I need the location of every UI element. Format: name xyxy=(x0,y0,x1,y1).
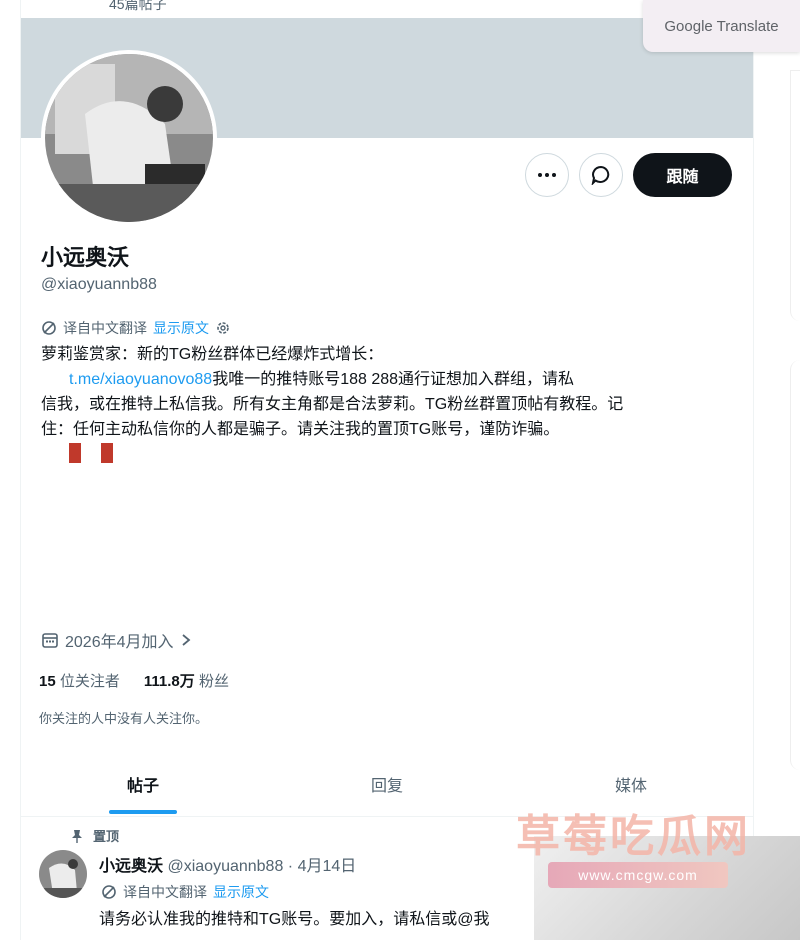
followers-stat[interactable]: 111.8万 粉丝 xyxy=(144,670,229,691)
more-options-button[interactable] xyxy=(525,153,569,197)
post-count: 45篇帖子 xyxy=(109,0,167,12)
pinned-label: 置顶 xyxy=(93,829,120,844)
calendar-icon xyxy=(42,633,58,648)
bio-link[interactable]: t.me/xiaoyuanovo88 xyxy=(69,371,212,388)
translated-label: 译自中文翻译 xyxy=(63,320,147,336)
following-count: 15 xyxy=(39,673,56,690)
mutual-note: 你关注的人中没有人关注你。 xyxy=(39,711,209,726)
translate-icon xyxy=(42,321,56,335)
pin-icon xyxy=(72,829,82,843)
follow-stats: 15 位关注者 111.8万 粉丝 xyxy=(39,670,229,691)
chat-bubble-icon xyxy=(591,165,610,185)
bio-line: 住：任何主动私信你的人都是骗子。请关注我的置顶TG账号，谨防诈骗。 xyxy=(41,421,560,438)
tab-replies[interactable]: 回复 xyxy=(265,752,509,816)
joined-date[interactable]: 2026年4月加入 xyxy=(41,628,192,652)
profile-column: 45篇帖子 跟随 小远奥沃 @xiaoyuannb88 译自中文翻译 显示原文 … xyxy=(20,0,754,940)
post-avatar[interactable] xyxy=(39,850,87,898)
translation-bar: 译自中文翻译 显示原文 xyxy=(41,318,231,338)
bio-text: 我唯一的推特账号188 288通行证想加入群组，请私 xyxy=(212,371,575,388)
more-icon xyxy=(538,173,556,177)
translated-label: 译自中文翻译 xyxy=(123,884,207,900)
sidebar-card xyxy=(790,70,800,321)
bio-line: 萝莉鉴赏家：新的TG粉丝群体已经爆炸式增长： xyxy=(41,346,384,363)
show-original-link[interactable]: 显示原文 xyxy=(213,882,269,902)
pinned-indicator: 置顶 xyxy=(71,826,119,845)
google-translate-popup[interactable]: Google Translate xyxy=(643,0,800,52)
avatar-photo xyxy=(45,54,213,222)
show-original-link[interactable]: 显示原文 xyxy=(153,318,209,338)
following-label: 位关注者 xyxy=(59,673,120,690)
watermark-text: 草莓吃瓜网 xyxy=(516,812,751,861)
joined-text: 2026年4月加入 xyxy=(65,634,174,651)
avatar-photo xyxy=(39,850,87,898)
followers-label: 粉丝 xyxy=(198,673,229,690)
emoji-flag-icon xyxy=(101,443,113,463)
post-translation-bar: 译自中文翻译 显示原文 xyxy=(101,882,269,902)
bio-line: t.me/xiaoyuanovo88我唯一的推特账号188 288通行证想加入群… xyxy=(41,367,721,392)
watermark-url: www.cmcgw.com xyxy=(548,862,728,888)
chevron-right-icon xyxy=(181,634,190,646)
message-button[interactable] xyxy=(579,153,623,197)
profile-avatar[interactable] xyxy=(41,50,217,226)
post-author-name[interactable]: 小远奥沃 xyxy=(99,858,163,875)
sidebar-card xyxy=(790,360,800,770)
follow-button[interactable]: 跟随 xyxy=(633,153,732,197)
post-header: 小远奥沃 @xiaoyuannb88 · 4月14日 xyxy=(99,852,356,876)
emoji-flag-icon xyxy=(69,443,81,463)
tab-posts[interactable]: 帖子 xyxy=(21,752,265,816)
active-tab-indicator xyxy=(109,810,177,814)
profile-bio: 萝莉鉴赏家：新的TG粉丝群体已经爆炸式增长： t.me/xiaoyuanovo8… xyxy=(41,342,721,442)
bio-line: 信我，或在推特上私信我。所有女主角都是合法萝莉。TG粉丝群置顶帖有教程。记 xyxy=(41,396,624,413)
gear-icon[interactable] xyxy=(215,320,231,336)
profile-name: 小远奥沃 xyxy=(41,245,130,270)
post-handle-date[interactable]: @xiaoyuannb88 · 4月14日 xyxy=(167,858,356,875)
translate-icon xyxy=(102,885,116,899)
followers-count: 111.8万 xyxy=(143,673,195,690)
profile-handle: @xiaoyuannb88 xyxy=(41,276,157,293)
following-stat[interactable]: 15 位关注者 xyxy=(39,670,120,691)
